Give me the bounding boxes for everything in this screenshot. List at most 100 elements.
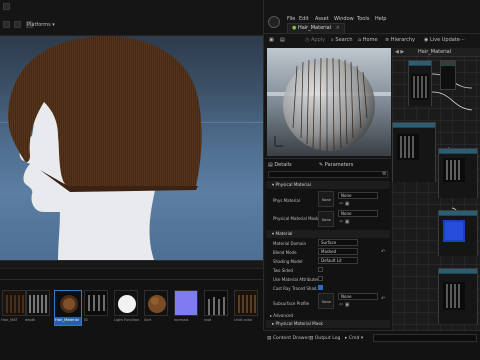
content-drawer-icon: ▤ [267,336,272,341]
asset-label: depth [25,318,36,322]
prop-label: Material Domain [273,241,307,246]
save-button[interactable]: ▣ [269,37,274,46]
search-button[interactable]: ⌕ Search [331,37,353,46]
asset-label: Sort [144,318,152,322]
ue-logo-icon [3,3,10,10]
hierarchy-button[interactable]: ≡ Hierarchy [385,37,415,46]
two-sided-checkbox[interactable] [318,267,323,272]
asset-thumbnail[interactable] [234,290,258,316]
menu-edit[interactable]: Edit [299,16,309,22]
chevron-down-icon: ▾ [272,182,275,187]
close-icon[interactable]: × [336,25,340,31]
section-physical-material[interactable]: ▾ Physical Material [266,181,390,189]
output-log-label: Output Log [314,336,341,341]
material-domain-select[interactable]: Surface [318,239,358,246]
texture-sample-node[interactable] [392,122,436,182]
chevron-down-icon: ▾ [360,336,364,341]
content-drawer: Hair_MAT depth Hair_Material ID Light Fu… [0,260,263,360]
asset-label: root [204,318,212,322]
asset-thumbnail[interactable] [114,290,138,316]
home-button[interactable]: ⌂ Home [358,37,378,46]
browse-icon[interactable]: ⇦ ▣ [339,201,350,207]
menu-tools[interactable]: Tools [357,16,369,22]
section-material[interactable]: ▾ Material [266,230,390,238]
mode-select-icon[interactable] [14,21,21,28]
slot-none-text: None [322,218,331,222]
asset-label: Unlit color [234,318,253,322]
ue-logo-icon [268,16,280,28]
save-icon[interactable] [3,21,10,28]
window-title-bar [285,1,480,11]
section-physical-material-mask[interactable]: ▸ Physical Material Mask [266,320,390,328]
divider [263,33,480,34]
asset-thumbnail[interactable] [26,290,50,316]
search-icon: ⌕ [331,37,334,43]
section-label: Material [275,231,293,236]
menu-help[interactable]: Help [375,16,386,22]
chevron-right-icon: ▸ [272,321,275,326]
cmd-icon: ▸ [345,336,348,341]
console-input[interactable] [373,334,477,342]
chevron-down-icon: ▾ [272,231,275,236]
texture-sample-node[interactable] [438,210,478,256]
phys-material-mask-select[interactable]: None [338,210,378,217]
prop-label: Shading Model [273,259,303,264]
output-log-button[interactable]: ▥ Output Log [309,336,340,341]
menu-file[interactable]: File [287,16,295,22]
phys-material-select[interactable]: None [338,192,378,199]
texture-sample-node[interactable] [438,148,478,198]
search-input[interactable] [268,171,388,178]
asset-label: Hair_Material [55,318,79,322]
hair-preview-scene [0,36,263,260]
home-label: Home [362,37,378,43]
material-preview-viewport[interactable] [267,48,391,156]
cmd-button[interactable]: ▸ Cmd ▾ [345,336,363,341]
math-node[interactable] [440,60,456,90]
output-log-icon: ▥ [309,336,314,341]
menu-window[interactable]: Window [334,16,354,22]
cast-ray-traced-shadows-checkbox[interactable] [318,285,323,290]
blend-mode-select[interactable]: Masked [318,248,358,255]
tab-hair-material[interactable]: ● Hair_Material × [287,23,345,33]
browse-icon[interactable]: ⇦ ▣ [339,219,350,225]
apply-button[interactable]: ◷ Apply [305,37,325,46]
content-drawer-button[interactable]: ▤ Content Drawer [267,336,309,341]
tab-parameters[interactable]: ✎ Parameters [319,162,353,168]
tab-details[interactable]: ▤ Details [268,162,292,168]
platforms-menu[interactable]: Platforms ▾ [27,22,55,28]
details-icon: ▤ [268,162,273,168]
level-viewport[interactable] [0,36,263,260]
menu-asset[interactable]: Asset [315,16,329,22]
prop-label: Two Sided [273,268,293,273]
subsurface-profile-select[interactable]: None [338,293,378,300]
prop-label: Cast Ray Traced Shad... [273,286,321,291]
hierarchy-label: Hierarchy [390,37,415,43]
asset-thumbnail[interactable] [84,290,108,316]
shading-model-select[interactable]: Default Lit [318,257,358,264]
reset-arrow-icon[interactable]: ↶ [381,249,385,255]
tab-parameters-label: Parameters [324,162,354,168]
texture-sample-node[interactable] [408,60,432,106]
use-material-attributes-checkbox[interactable] [318,276,323,281]
texture-sample-node[interactable] [438,268,478,324]
more-button[interactable]: ⋯ [460,37,465,46]
material-graph[interactable]: ◀ ▶ Hair_Material [392,48,480,330]
asset-label: Light Function [114,318,140,322]
browse-button[interactable]: ▤ [280,37,285,46]
content-drawer-label: Content Drawer [272,336,310,341]
apply-icon: ◷ [305,37,310,43]
settings-icon[interactable]: ⚙ [382,171,386,177]
asset-thumbnail[interactable] [2,290,26,316]
asset-thumbnail[interactable] [174,290,198,316]
search-label: Search [335,37,353,43]
advanced-toggle[interactable]: ▸ Advanced [270,313,293,318]
asset-thumbnail[interactable] [144,290,168,316]
cmd-label: Cmd [348,336,360,341]
section-label: Physical Material Mask [275,321,323,326]
live-update-label: Live Update [429,37,460,43]
reset-arrow-icon[interactable]: ↶ [381,296,385,302]
live-update-button[interactable]: ◉ Live Update [424,37,460,46]
asset-label: ID [84,318,88,322]
asset-thumbnail[interactable] [204,290,228,316]
browse-icon[interactable]: ⇦ ▣ [339,302,350,308]
